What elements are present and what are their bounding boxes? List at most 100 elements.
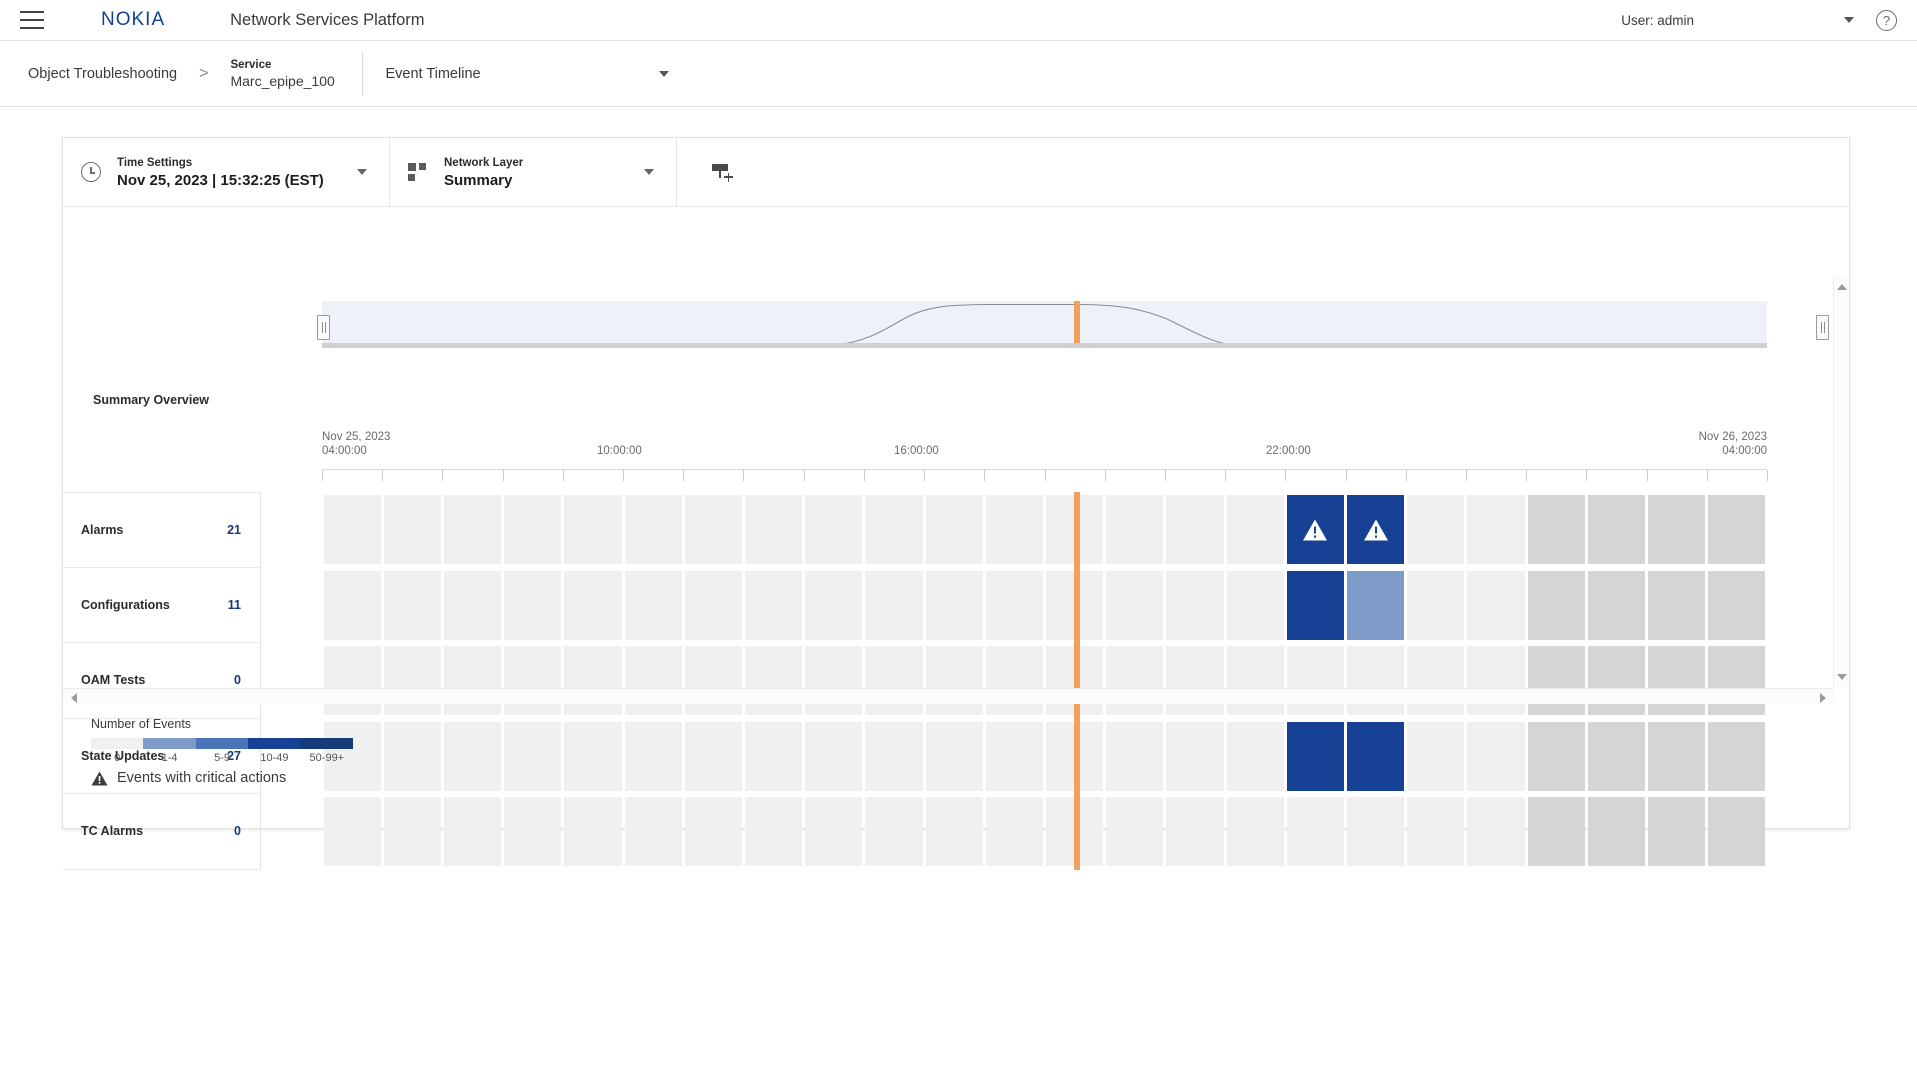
- heatmap-cell[interactable]: [1347, 722, 1404, 791]
- heatmap-cell: [1588, 797, 1645, 866]
- summary-overview-axis: [322, 343, 1767, 348]
- heatmap-cell: [1166, 495, 1223, 564]
- heatmap-row: [322, 643, 1767, 719]
- heatmap-cell: [986, 495, 1043, 564]
- heatmap-cell: [685, 797, 742, 866]
- heatmap-cell: [564, 646, 621, 715]
- heatmap-cell: [444, 495, 501, 564]
- legend-critical-text: Events with critical actions: [117, 770, 286, 786]
- heatmap-cell: [1528, 722, 1585, 791]
- heatmap-cell: [1708, 646, 1765, 715]
- view-selector-chevron-down-icon[interactable]: [659, 71, 669, 77]
- legend-title: Number of Events: [91, 717, 353, 731]
- heatmap-cell: [1166, 646, 1223, 715]
- heatmap-cell: [1467, 797, 1524, 866]
- breadcrumb-root-link[interactable]: Object Troubleshooting: [28, 66, 177, 82]
- heatmap-cell: [805, 646, 862, 715]
- heatmap-cell: [1708, 571, 1765, 640]
- heatmap-cell: [926, 571, 983, 640]
- row-name: TC Alarms: [81, 824, 143, 838]
- legend-tick-label: 5-9: [196, 752, 248, 764]
- heatmap-cell: [1708, 722, 1765, 791]
- brush-handle-right[interactable]: [1816, 315, 1829, 340]
- heatmap-cell: [1347, 797, 1404, 866]
- view-selector-label[interactable]: Event Timeline: [385, 66, 480, 82]
- heatmap-cell: [805, 571, 862, 640]
- heatmap-cell: [444, 646, 501, 715]
- app-header: NOKIA Network Services Platform User: ad…: [0, 0, 1917, 41]
- row-count: 21: [227, 523, 241, 537]
- scroll-left-icon[interactable]: [71, 693, 77, 703]
- axis-end-time: 04:00:00: [1722, 443, 1767, 459]
- heatmap-cell: [1407, 571, 1464, 640]
- heatmap-cell: [504, 797, 561, 866]
- heatmap-cell: [564, 571, 621, 640]
- vertical-scrollbar[interactable]: [1833, 276, 1849, 688]
- heatmap-cell: [1708, 495, 1765, 564]
- row-label-configurations[interactable]: Configurations11: [63, 568, 261, 644]
- scroll-up-icon[interactable]: [1837, 284, 1847, 290]
- heatmap-cell: [324, 646, 381, 715]
- heatmap-cell: [1106, 646, 1163, 715]
- heatmap-cell[interactable]: [1347, 571, 1404, 640]
- scroll-right-icon[interactable]: [1820, 693, 1826, 703]
- heatmap-cell: [1106, 722, 1163, 791]
- legend-swatch: [91, 738, 143, 749]
- heatmap-cell: [1648, 722, 1705, 791]
- timeline-toolbar: Time Settings Nov 25, 2023 | 15:32:25 (E…: [63, 138, 1849, 207]
- help-icon[interactable]: ?: [1876, 10, 1897, 31]
- legend-tick-label: 10-49: [248, 752, 300, 764]
- heatmap-cell: [625, 571, 682, 640]
- event-heatmap: [322, 492, 1767, 870]
- heatmap-cell: [1287, 646, 1344, 715]
- row-label-alarms[interactable]: Alarms21: [63, 492, 261, 568]
- scroll-down-icon[interactable]: [1837, 674, 1847, 680]
- heatmap-cell: [926, 722, 983, 791]
- heatmap-cell: [1708, 797, 1765, 866]
- heatmap-cell: [1227, 571, 1284, 640]
- summary-overview-curve: [322, 301, 1767, 349]
- heatmap-cell: [1227, 722, 1284, 791]
- heatmap-cell: [564, 722, 621, 791]
- heatmap-cell: [384, 722, 441, 791]
- hamburger-icon[interactable]: [20, 11, 44, 29]
- heatmap-cell: [1528, 797, 1585, 866]
- row-label-tc-alarms[interactable]: TC Alarms0: [63, 794, 261, 870]
- heatmap-cell: [986, 797, 1043, 866]
- heatmap-cell: [1648, 797, 1705, 866]
- heatmap-cell[interactable]: [1287, 722, 1344, 791]
- horizontal-scrollbar[interactable]: [63, 688, 1834, 704]
- time-settings-chevron-down-icon[interactable]: [357, 169, 367, 175]
- breadcrumb-object-name: Marc_epipe_100: [230, 73, 340, 90]
- user-menu-chevron-down-icon[interactable]: [1844, 17, 1854, 23]
- row-label-oam-tests[interactable]: OAM Tests0: [63, 643, 261, 719]
- breadcrumb-separator-icon: >: [199, 65, 208, 83]
- heatmap-cell: [1467, 722, 1524, 791]
- add-filter-button[interactable]: [677, 138, 767, 206]
- heatmap-cell[interactable]: [1347, 495, 1404, 564]
- heatmap-cell: [1588, 495, 1645, 564]
- row-count: 0: [234, 673, 241, 687]
- network-layer-chevron-down-icon[interactable]: [644, 169, 654, 175]
- time-settings-control[interactable]: Time Settings Nov 25, 2023 | 15:32:25 (E…: [63, 138, 390, 206]
- heatmap-cell: [504, 646, 561, 715]
- time-settings-value: Nov 25, 2023 | 15:32:25 (EST): [117, 171, 324, 190]
- network-layer-control[interactable]: Network Layer Summary: [390, 138, 677, 206]
- heatmap-cell: [384, 797, 441, 866]
- heatmap-cell: [865, 646, 922, 715]
- heatmap-cell[interactable]: [1287, 571, 1344, 640]
- heatmap-cell: [745, 646, 802, 715]
- heatmap-cell: [1588, 571, 1645, 640]
- heatmap-cell[interactable]: [1287, 495, 1344, 564]
- heatmap-cell: [1407, 646, 1464, 715]
- heatmap-cell: [564, 797, 621, 866]
- warning-triangle-icon: [91, 771, 108, 786]
- brush-handle-left[interactable]: [317, 315, 330, 340]
- user-label: User: admin: [1621, 13, 1694, 28]
- heatmap-cell: [745, 495, 802, 564]
- breadcrumb-object[interactable]: Service Marc_epipe_100: [230, 58, 340, 90]
- axis-tick-10: 10:00:00: [597, 443, 642, 459]
- heatmap-cell: [1227, 646, 1284, 715]
- heatmap-cell: [805, 722, 862, 791]
- heatmap-cell: [1648, 571, 1705, 640]
